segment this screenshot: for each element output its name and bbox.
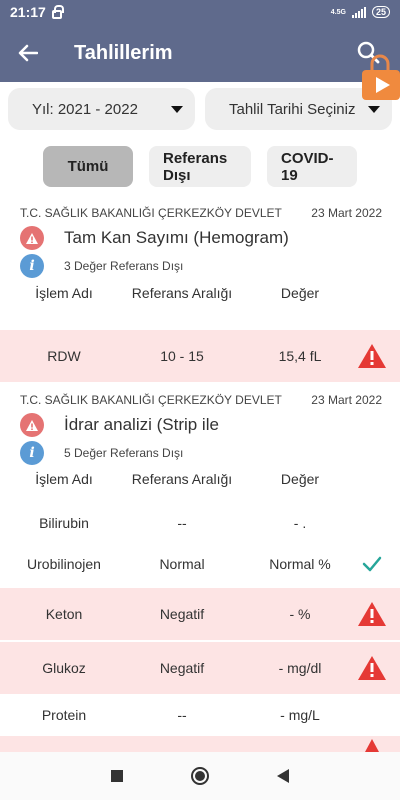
table-row[interactable]: Protein -- - mg/L — [0, 694, 400, 736]
row-range: Negatif — [159, 606, 205, 622]
table-row[interactable]: RDW 10 - 15 15,4 fL — [0, 330, 400, 382]
row-range: Negatif — [159, 660, 205, 676]
info-icon: i — [20, 254, 44, 278]
home-icon[interactable] — [191, 767, 209, 785]
chip-all[interactable]: Tümü — [43, 146, 133, 187]
caret-down-icon — [368, 105, 380, 113]
screen-recorder-button[interactable] — [360, 50, 400, 102]
recent-apps-icon[interactable] — [111, 770, 123, 782]
signal-icon — [351, 6, 366, 18]
test-header: T.C. SAĞLIK BAKANLIĞI ÇERKEZKÖY DEVLET 2… — [20, 393, 382, 407]
caret-down-icon — [171, 105, 183, 113]
row-name: Keton — [45, 606, 83, 622]
system-nav-bar — [0, 752, 400, 800]
row-value: Normal % — [269, 556, 331, 572]
test-name: İdrar analizi (Strip ile — [64, 415, 219, 434]
out-of-range-count: 5 Değer Referans Dışı — [64, 446, 184, 460]
hospital-name: T.C. SAĞLIK BAKANLIĞI ÇERKEZKÖY DEVLET — [20, 393, 282, 407]
date-dropdown-value: Tahlil Tarihi Seçiniz — [229, 100, 356, 118]
test-date: 23 Mart 2022 — [311, 206, 382, 220]
table-row[interactable]: Glukoz Negatif - mg/dl — [0, 642, 400, 694]
warning-icon — [20, 413, 44, 437]
col-value: Değer — [280, 471, 320, 487]
hospital-name: T.C. SAĞLIK BAKANLIĞI ÇERKEZKÖY DEVLET — [20, 206, 282, 220]
check-icon — [352, 556, 392, 572]
back-triangle-icon[interactable] — [277, 769, 289, 783]
chip-covid[interactable]: COVID-19 — [267, 146, 357, 187]
year-dropdown-value: Yıl: 2021 - 2022 — [32, 100, 138, 118]
col-range: Referans Aralığı — [131, 285, 233, 301]
info-icon: i — [20, 441, 44, 465]
row-value: - mg/dl — [278, 660, 322, 676]
row-name: RDW — [47, 348, 81, 364]
row-name: Glukoz — [42, 660, 86, 676]
row-range: -- — [177, 515, 187, 531]
col-name: İşlem Adı — [35, 471, 93, 487]
warning-icon — [352, 738, 392, 752]
warning-icon — [352, 655, 392, 681]
column-headers: İşlem Adı Referans Aralığı Değer — [0, 281, 400, 305]
row-value: - % — [289, 606, 311, 622]
row-value: - mg/L — [280, 707, 320, 723]
table-row[interactable]: Keton Negatif - % — [0, 588, 400, 640]
network-type: 4.5G — [330, 8, 346, 16]
row-name: Bilirubin — [39, 515, 89, 531]
row-name: Urobilinojen — [27, 556, 101, 572]
row-value: 15,4 fL — [278, 348, 322, 364]
status-time: 21:17 — [10, 4, 46, 20]
battery-icon: 25 — [371, 6, 390, 18]
filters: Yıl: 2021 - 2022 Tahlil Tarihi Seçiniz — [8, 88, 392, 130]
test-header: T.C. SAĞLIK BAKANLIĞI ÇERKEZKÖY DEVLET 2… — [20, 206, 382, 220]
battery-level: 25 — [375, 6, 386, 17]
back-button[interactable] — [0, 24, 56, 82]
status-bar: 21:17 4.5G 25 — [0, 0, 400, 24]
test-info-row: i 3 Değer Referans Dışı — [20, 254, 183, 278]
row-name: Protein — [41, 707, 87, 723]
warning-icon — [352, 343, 392, 369]
record-icon — [362, 54, 400, 100]
test-info-row: i 5 Değer Referans Dışı — [20, 441, 183, 465]
lock-icon — [51, 4, 64, 19]
row-value: - . — [293, 515, 307, 531]
page-title: Tahlillerim — [74, 41, 173, 64]
year-dropdown[interactable]: Yıl: 2021 - 2022 — [8, 88, 195, 130]
test-name: Tam Kan Sayımı (Hemogram) — [64, 228, 289, 247]
test-title-row[interactable]: Tam Kan Sayımı (Hemogram) — [20, 226, 289, 250]
table-row[interactable]: Urobilinojen Normal Normal % — [0, 540, 400, 588]
row-range: -- — [177, 707, 187, 723]
test-date: 23 Mart 2022 — [311, 393, 382, 407]
col-value: Değer — [280, 285, 320, 301]
column-headers: İşlem Adı Referans Aralığı Değer — [0, 467, 400, 491]
col-name: İşlem Adı — [35, 285, 93, 301]
row-range: Normal — [159, 556, 205, 572]
app-bar: Tahlillerim — [0, 24, 400, 82]
col-range: Referans Aralığı — [131, 471, 233, 487]
test-title-row[interactable]: İdrar analizi (Strip ile — [20, 413, 219, 437]
warning-icon — [20, 226, 44, 250]
out-of-range-count: 3 Değer Referans Dışı — [64, 259, 184, 273]
table-row[interactable] — [0, 736, 400, 752]
warning-icon — [352, 601, 392, 627]
chip-out-of-range[interactable]: Referans Dışı — [149, 146, 251, 187]
row-range: 10 - 15 — [160, 348, 204, 364]
filter-chips: Tümü Referans Dışı COVID-19 — [0, 146, 400, 187]
arrow-left-icon — [18, 44, 38, 62]
